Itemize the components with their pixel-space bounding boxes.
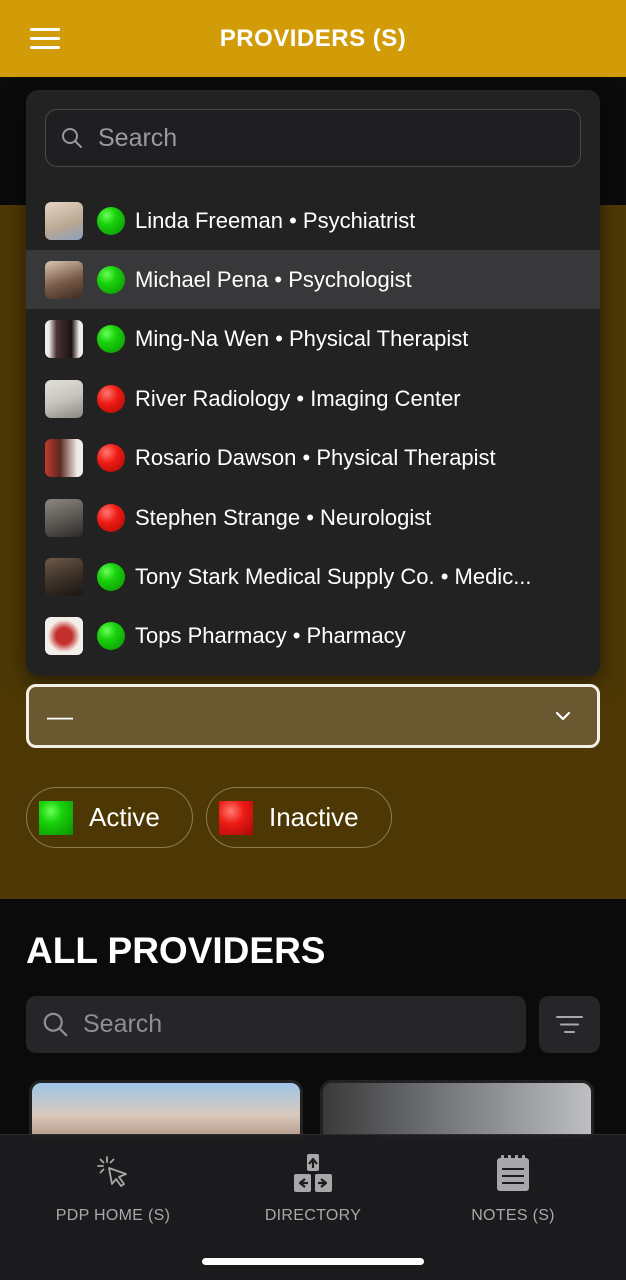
active-chip-label: Active (89, 802, 160, 832)
tab-pdp-home[interactable]: PDP HOME (S) (13, 1153, 213, 1229)
active-status-dot (97, 621, 125, 650)
provider-card[interactable] (320, 1080, 594, 1140)
avatar (45, 438, 83, 477)
tab-directory[interactable]: DIRECTORY (213, 1153, 413, 1229)
inactive-status-dot (97, 503, 125, 532)
inactive-status-dot (219, 800, 253, 835)
avatar (45, 379, 83, 418)
avatar (45, 201, 83, 240)
provider-dropdown: Linda Freeman • Psychiatrist Michael Pen… (26, 90, 600, 676)
provider-option-label: Tony Stark Medical Supply Co. • Medic... (135, 563, 532, 589)
dropdown-search-input[interactable] (98, 123, 558, 153)
search-icon (43, 1012, 68, 1037)
providers-search-input[interactable] (83, 1010, 503, 1039)
avatar (45, 319, 83, 358)
provider-option-label: Michael Pena • Psychologist (135, 266, 412, 292)
active-status-dot (39, 800, 73, 835)
notepad-icon (497, 1155, 529, 1191)
provider-option[interactable]: Michael Pena • Psychologist (26, 250, 600, 309)
active-status-dot (97, 265, 125, 294)
inactive-status-dot (97, 443, 125, 472)
provider-option[interactable]: Ming-Na Wen • Physical Therapist (26, 309, 600, 368)
page-title: PROVIDERS (S) (219, 24, 407, 52)
avatar (45, 498, 83, 537)
avatar (45, 616, 83, 655)
tab-notes[interactable]: NOTES (S) (413, 1153, 613, 1229)
provider-option[interactable]: Stephen Strange • Neurologist (26, 488, 600, 547)
providers-search-field[interactable] (26, 996, 526, 1053)
active-status-dot (97, 206, 125, 235)
filter-button[interactable] (539, 996, 600, 1053)
avatar (45, 557, 83, 596)
avatar (45, 260, 83, 299)
provider-option[interactable]: River Radiology • Imaging Center (26, 369, 600, 428)
home-indicator (202, 1258, 424, 1265)
tap-cursor-icon (97, 1156, 127, 1187)
provider-option-label: Ming-Na Wen • Physical Therapist (135, 325, 469, 351)
tab-label: DIRECTORY (264, 1207, 362, 1224)
active-status-dot (97, 562, 125, 591)
provider-card[interactable] (29, 1080, 303, 1140)
provider-option[interactable]: Tony Stark Medical Supply Co. • Medic... (26, 547, 600, 606)
active-filter-chip[interactable]: Active (26, 787, 193, 848)
provider-option-label: Rosario Dawson • Physical Therapist (135, 444, 496, 470)
directory-arrows-icon (294, 1154, 332, 1192)
inactive-chip-label: Inactive (269, 802, 359, 832)
tab-label: NOTES (S) (471, 1207, 555, 1224)
select-value: — (47, 700, 73, 731)
provider-option[interactable]: Linda Freeman • Psychiatrist (26, 191, 600, 250)
provider-option[interactable]: Tops Pharmacy • Pharmacy (26, 606, 600, 665)
active-status-dot (97, 324, 125, 353)
inactive-status-dot (97, 384, 125, 413)
filter-icon (556, 1016, 583, 1033)
provider-option-label: Tops Pharmacy • Pharmacy (135, 622, 406, 648)
hamburger-menu-icon[interactable] (30, 28, 60, 50)
inactive-filter-chip[interactable]: Inactive (206, 787, 392, 848)
provider-option[interactable]: Rosario Dawson • Physical Therapist (26, 428, 600, 487)
app-header: PROVIDERS (S) (0, 0, 626, 77)
search-icon (62, 128, 82, 148)
tab-label: PDP HOME (S) (55, 1207, 171, 1224)
provider-select[interactable]: — (26, 684, 600, 748)
provider-option-label: River Radiology • Imaging Center (135, 385, 461, 411)
dropdown-search-field[interactable] (45, 109, 581, 167)
provider-option-label: Stephen Strange • Neurologist (135, 504, 432, 530)
chevron-down-icon (555, 711, 571, 721)
section-title: ALL PROVIDERS (26, 930, 326, 971)
provider-option-label: Linda Freeman • Psychiatrist (135, 207, 416, 233)
